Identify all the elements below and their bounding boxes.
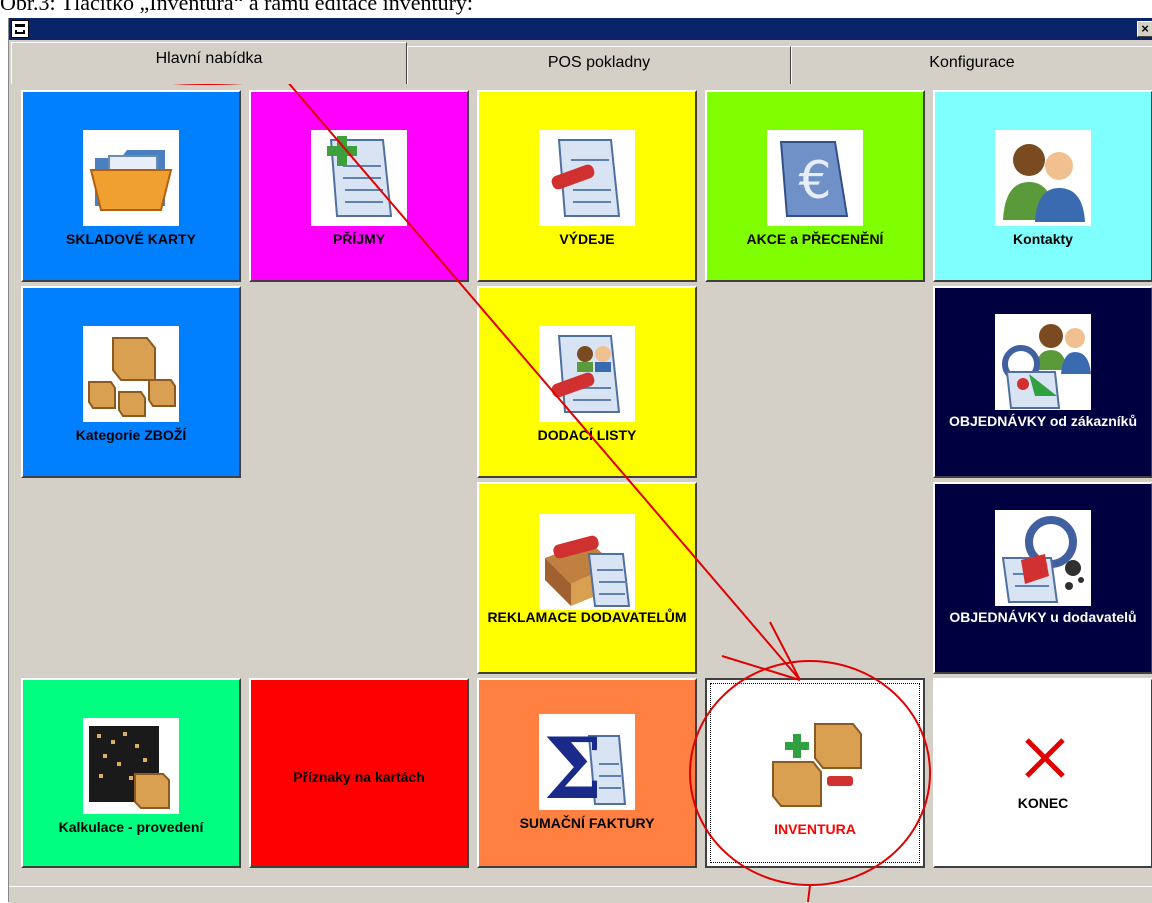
objednavky-u-dodavatelu-button[interactable]: OBJEDNÁVKY u dodavatelů xyxy=(933,482,1152,674)
kontakty-button[interactable]: Kontakty xyxy=(933,90,1152,282)
kalkulace-provedeni-label: Kalkulace - provedení xyxy=(58,819,204,835)
document-remove-icon xyxy=(539,130,635,226)
konec-label: KONEC xyxy=(1017,795,1069,811)
sumacni-faktury-label: SUMAČNÍ FAKTURY xyxy=(519,815,655,831)
inventura-label: INVENTURA xyxy=(774,821,856,837)
skladove-karty-label: SKLADOVÉ KARTY xyxy=(66,231,196,247)
objednavky-u-dodavatelu-label: OBJEDNÁVKY u dodavatelů xyxy=(949,609,1137,625)
objednavky-od-zakazniku-button[interactable]: OBJEDNÁVKY od zákazníků xyxy=(933,286,1152,478)
sigma-icon: Σ xyxy=(539,714,635,810)
close-window-button[interactable]: × xyxy=(1137,21,1152,37)
document-add-icon xyxy=(311,130,407,226)
customer-order-icon xyxy=(995,314,1091,410)
inventura-button[interactable]: INVENTURA xyxy=(705,678,925,868)
app-window: × Hlavní nabídka POS pokladny Konfigurac… xyxy=(8,18,1152,903)
reklamace-dodavatelum-button[interactable]: REKLAMACE DODAVATELŮM xyxy=(477,482,697,674)
priznaky-na-kartach-label: Příznaky na kartách xyxy=(293,769,425,785)
kategorie-zbozi-label: Kategorie ZBOŽÍ xyxy=(75,427,187,443)
prijmy-label: PŘÍJMY xyxy=(332,231,386,247)
konec-button[interactable]: KONEC xyxy=(933,678,1152,868)
supplier-order-icon xyxy=(995,510,1091,606)
complaint-icon xyxy=(539,514,635,610)
tab-konfigurace[interactable]: Konfigurace xyxy=(791,46,1152,84)
boxes-icon xyxy=(83,326,179,422)
svg-text:€: € xyxy=(798,151,831,211)
inventory-boxes-icon xyxy=(772,723,862,807)
objednavky-od-zakazniku-label: OBJEDNÁVKY od zákazníků xyxy=(948,413,1137,429)
svg-text:Σ: Σ xyxy=(543,719,602,810)
people-icon xyxy=(995,130,1091,226)
sumacni-faktury-button[interactable]: Σ SUMAČNÍ FAKTURY xyxy=(477,678,697,868)
app-icon xyxy=(11,20,29,38)
dodaci-listy-button[interactable]: DODACÍ LISTY xyxy=(477,286,697,478)
title-bar: × xyxy=(9,18,1152,40)
kalkulace-provedeni-button[interactable]: Kalkulace - provedení xyxy=(21,678,241,868)
calculation-icon xyxy=(83,718,179,814)
tab-strip: Hlavní nabídka POS pokladny Konfigurace xyxy=(9,42,1152,84)
vydeje-button[interactable]: VÝDEJE xyxy=(477,90,697,282)
euro-document-icon: € xyxy=(767,130,863,226)
kontakty-label: Kontakty xyxy=(1013,231,1073,247)
akce-precenени-label: AKCE a PŘECENĚNÍ xyxy=(746,231,884,247)
dodaci-listy-label: DODACÍ LISTY xyxy=(537,427,637,443)
prijmy-button[interactable]: PŘÍJMY xyxy=(249,90,469,282)
close-icon xyxy=(1025,738,1065,778)
reklamace-dodavatelum-label: REKLAMACE DODAVATELŮM xyxy=(487,609,687,625)
status-strip xyxy=(9,886,1152,903)
figure-caption: Obr.3: Tlačítko „Inventura“ a rámu edita… xyxy=(0,0,474,15)
priznaky-na-kartach-button[interactable]: Příznaky na kartách xyxy=(249,678,469,868)
tab-hlavni-nabidka[interactable]: Hlavní nabídka xyxy=(11,42,407,84)
delivery-note-icon xyxy=(539,326,635,422)
akce-precenени-button[interactable]: € AKCE a PŘECENĚNÍ xyxy=(705,90,925,282)
skladove-karty-button[interactable]: SKLADOVÉ KARTY xyxy=(21,90,241,282)
vydeje-label: VÝDEJE xyxy=(559,231,615,247)
tab-pos-pokladny[interactable]: POS pokladny xyxy=(407,46,791,84)
folder-icon xyxy=(83,130,179,226)
kategorie-zbozi-button[interactable]: Kategorie ZBOŽÍ xyxy=(21,286,241,478)
